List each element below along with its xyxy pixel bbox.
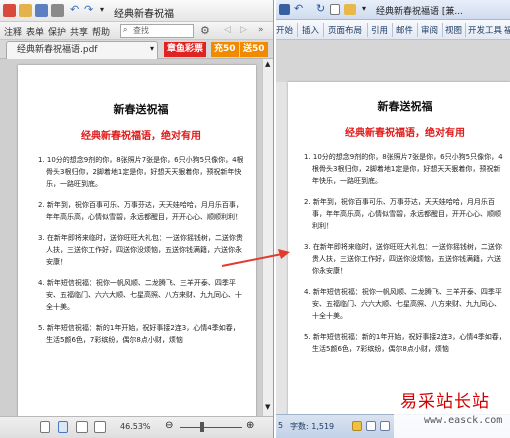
gear-icon[interactable]: ⚙: [200, 24, 210, 37]
ribbon-divider: [297, 23, 298, 37]
pdf-viewport[interactable]: 新春送祝福 经典新春祝福语，绝对有用 1. 10分的想念9剂的你，8张照片7张是…: [0, 59, 262, 416]
expand-icon[interactable]: »: [258, 25, 264, 35]
ribbon-divider: [442, 23, 443, 37]
pdf-page: 新春送祝福 经典新春祝福语，绝对有用 1. 10分的想念9剂的你，8张照片7张是…: [18, 65, 256, 416]
search-icon[interactable]: ⌕: [123, 25, 127, 35]
undo-icon[interactable]: ↶: [70, 3, 79, 16]
save-icon[interactable]: [35, 4, 48, 17]
open-icon[interactable]: [19, 4, 32, 17]
nav-back-icon[interactable]: ◁: [224, 25, 231, 35]
tab-view[interactable]: 视图: [445, 24, 462, 36]
tab-label: 经典新春祝福语.pdf: [17, 45, 98, 55]
blessing-item: 3. 在新年即将来临时，送你旺旺大礼包：一送你摇钱树，二送你贵人扶，三送你工作好…: [38, 234, 243, 266]
web-layout-icon[interactable]: [380, 421, 390, 431]
vertical-scrollbar[interactable]: ▲ ▼: [262, 59, 273, 416]
page-number[interactable]: 5: [278, 421, 283, 430]
blessing-list: 1. 10分的想念9剂的你，8张照片7张是你，6只小狗5只像你，4根骨头3根归你…: [38, 154, 244, 346]
customize-icon[interactable]: ▾: [362, 4, 366, 13]
word-ribbon: 开始 插入 页面布局 引用 邮件 审阅 视图 开发工具 福: [276, 20, 510, 40]
window-title: 经典新春祝福语 [兼...: [376, 7, 463, 17]
save-icon[interactable]: [279, 4, 290, 15]
word-page[interactable]: 新春送祝福 经典新春祝福语，绝对有用 1. 10分的想念9剂的你，8张照片7张是…: [288, 82, 510, 416]
zoom-slider[interactable]: [180, 427, 242, 428]
menu-form[interactable]: 表单: [26, 25, 44, 38]
window-title: 经典新春祝福: [114, 9, 174, 20]
nav-forward-icon[interactable]: ▷: [240, 25, 247, 35]
ribbon-divider: [323, 23, 324, 37]
scroll-down-icon[interactable]: ▼: [265, 403, 270, 411]
redo-icon[interactable]: ↻: [316, 2, 325, 15]
tab-review[interactable]: 审阅: [421, 24, 438, 36]
blessing-item: 2. 新年到，祝你百事可乐、万事芬达，天天娃哈哈，月月乐百事，年年高乐高，心情似…: [38, 201, 243, 221]
print-layout-icon[interactable]: [352, 421, 362, 431]
document-title: 新春送祝福: [377, 100, 433, 113]
continuous-page-icon[interactable]: [58, 421, 68, 433]
menu-protect[interactable]: 保护: [48, 25, 66, 38]
promo-charge[interactable]: 充50: [211, 42, 239, 57]
pdf-tab-bar: 经典新春祝福语.pdf ▾ 章鱼彩票 充50 送50: [0, 40, 273, 59]
blessing-item: 4. 新年短信祝福：祝你一帆风顺、二龙腾飞、三羊开泰、四季平安、五福临门、六六大…: [38, 279, 242, 311]
ribbon-collapsed-area: [276, 40, 510, 82]
promo-gift[interactable]: 送50: [240, 42, 268, 57]
fit-page-icon[interactable]: [94, 421, 106, 433]
blessing-item: 2. 新年到，祝你百事可乐、万事芬达，天天娃哈哈，月月乐百事，年年高乐高，心情似…: [304, 198, 501, 230]
watermark-title: 易采站长站: [400, 392, 490, 412]
pdf-reader-window: ↶ ↷ ▾ 经典新春祝福 注释 表单 保护 共享 帮助 查找 ⌕ ⚙ ◁ ▷ »…: [0, 0, 274, 438]
print-icon[interactable]: [51, 4, 64, 17]
menu-share[interactable]: 共享: [70, 25, 88, 38]
site-watermark: 易采站长站 www.easck.com: [394, 385, 510, 438]
word-count[interactable]: 字数: 1,519: [290, 421, 334, 432]
zoom-slider-thumb[interactable]: [200, 422, 204, 432]
ribbon-divider: [417, 23, 418, 37]
zoom-out-icon[interactable]: ⊖: [165, 420, 173, 431]
tab-mailings[interactable]: 邮件: [396, 24, 413, 36]
promo-banner[interactable]: 章鱼彩票: [164, 42, 207, 57]
zoom-in-icon[interactable]: ⊕: [246, 420, 254, 431]
blessing-item: 3. 在新年即将来临时，送你旺旺大礼包：一送你摇钱树，二送你贵人扶，三送你工作好…: [304, 243, 502, 275]
blessing-item: 1. 10分的想念9剂的你，8张照片7张是你，6只小狗5只像你，4根骨头3根归你…: [38, 156, 244, 188]
redo-icon[interactable]: ↷: [84, 3, 93, 16]
document-subtitle: 经典新春祝福语，绝对有用: [81, 131, 201, 142]
new-doc-icon[interactable]: [330, 4, 340, 15]
pdf-quick-toolbar: ↶ ↷ ▾ 经典新春祝福: [0, 0, 273, 22]
blessing-item: 4. 新年短信祝福：祝你一帆风顺、二龙腾飞、三羊开泰、四季平安、五福临门、六六大…: [304, 288, 502, 320]
word-quick-toolbar: ↶ ↻ ▾ 经典新春祝福语 [兼...: [276, 0, 510, 20]
menu-help[interactable]: 帮助: [92, 25, 110, 38]
open-folder-icon[interactable]: [344, 4, 356, 15]
tab-insert[interactable]: 插入: [302, 24, 319, 36]
undo-icon[interactable]: ↶: [294, 2, 303, 15]
tab-page-layout[interactable]: 页面布局: [328, 24, 362, 36]
tab-dropdown-icon[interactable]: ▾: [150, 44, 154, 53]
app-logo-icon[interactable]: [3, 4, 16, 17]
blessing-item: 5. 新年短信祝福：新的1年开始，祝好事接2连3，心情4季如春，生活5颜6色，7…: [304, 333, 506, 353]
ribbon-divider: [465, 23, 466, 37]
pdf-status-bar: 46.53% ⊖ ⊕: [0, 416, 273, 438]
menu-annotate[interactable]: 注释: [4, 25, 22, 38]
tab-home[interactable]: 开始: [276, 24, 293, 36]
dropdown-icon[interactable]: ▾: [100, 5, 104, 14]
blessing-item: 1. 10分的想念9剂的你，8张照片7张是你，6只小狗5只像你，4根骨头3根归你…: [304, 153, 503, 185]
search-input[interactable]: 查找: [120, 24, 194, 38]
document-subtitle: 经典新春祝福语，绝对有用: [345, 128, 465, 139]
zoom-level: 46.53%: [120, 422, 151, 431]
blessing-item: 5. 新年短信祝福：新的1年开始，祝好事接2连3，心情4季如春，生活5颜6色，7…: [38, 324, 240, 344]
ribbon-divider: [392, 23, 393, 37]
tab-developer[interactable]: 开发工具: [468, 24, 502, 36]
tab-pdf-document[interactable]: 经典新春祝福语.pdf: [6, 41, 158, 59]
scroll-up-icon[interactable]: ▲: [265, 60, 270, 68]
document-title: 新春送祝福: [113, 103, 169, 116]
blessing-list: 1. 10分的想念9剂的你，8张照片7张是你，6只小狗5只像你，4根骨头3根归你…: [304, 151, 506, 355]
ribbon-divider: [367, 23, 368, 37]
single-page-icon[interactable]: [40, 421, 50, 433]
fullscreen-icon[interactable]: [366, 421, 376, 431]
pdf-menu-bar: 注释 表单 保护 共享 帮助 查找 ⌕ ⚙ ◁ ▷ »: [0, 22, 273, 40]
tab-references[interactable]: 引用: [371, 24, 388, 36]
tab-extra[interactable]: 福: [504, 24, 510, 36]
word-window: ↶ ↻ ▾ 经典新春祝福语 [兼... 开始 插入 页面布局 引用 邮件 审阅 …: [276, 0, 510, 438]
comparison-arrow: [221, 249, 290, 267]
two-page-icon[interactable]: [76, 421, 88, 433]
watermark-url: www.easck.com: [424, 415, 503, 426]
